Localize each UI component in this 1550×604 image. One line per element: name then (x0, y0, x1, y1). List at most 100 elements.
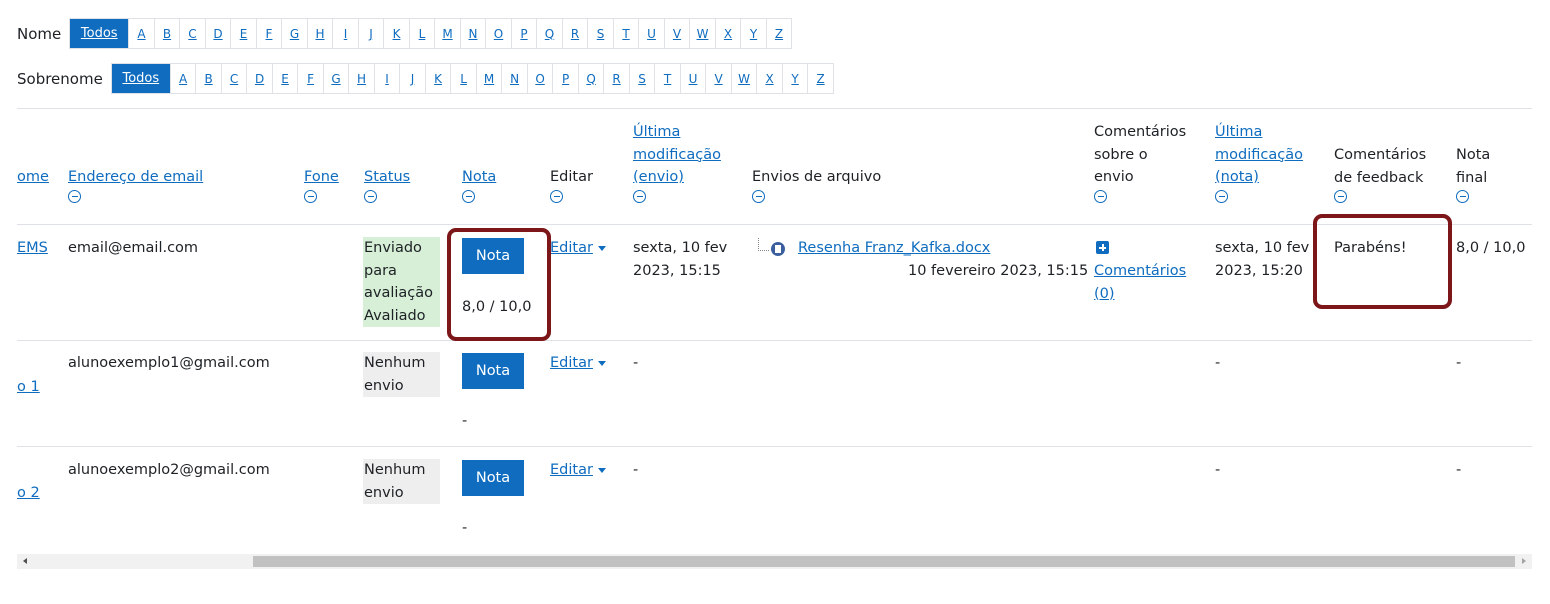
scrollbar-thumb[interactable] (253, 556, 1515, 567)
submitted-file-link[interactable]: Resenha Franz_Kafka.docx (798, 237, 990, 260)
last-name-letter-u[interactable]: U (679, 64, 706, 93)
last-name-letter-t[interactable]: T (654, 64, 680, 93)
col-header-phone-link[interactable]: Fone (304, 169, 339, 185)
first-name-letter-m[interactable]: M (434, 19, 460, 48)
student-name-link[interactable]: EMS (17, 237, 48, 260)
first-name-letter-c[interactable]: C (179, 19, 205, 48)
last-name-letter-v[interactable]: V (705, 64, 731, 93)
last-name-letter-h[interactable]: H (348, 64, 374, 93)
last-name-letter-j[interactable]: J (399, 64, 425, 93)
collapse-final-grade-icon[interactable] (1456, 190, 1469, 203)
last-name-letter-c[interactable]: C (220, 64, 247, 93)
last-name-letter-z[interactable]: Z (807, 64, 833, 93)
last-name-letter-e[interactable]: E (271, 64, 298, 93)
first-name-letter-l[interactable]: L (408, 19, 435, 48)
first-name-letter-p[interactable]: P (510, 19, 537, 48)
edit-menu[interactable]: Editar (550, 237, 606, 260)
first-name-letter-f[interactable]: F (255, 19, 282, 48)
first-name-letter-k[interactable]: K (383, 19, 409, 48)
caret-down-icon[interactable] (597, 360, 606, 366)
comments-link-line[interactable]: (0) (1094, 283, 1186, 306)
comments-link-line[interactable]: Comentários (1094, 260, 1186, 283)
caret-down-icon[interactable] (597, 467, 606, 473)
col-header-status-link[interactable]: Status (364, 169, 410, 185)
first-name-letter-d[interactable]: D (204, 19, 231, 48)
collapse-email-icon[interactable] (68, 189, 81, 203)
collapse-last-mod-grade-icon[interactable] (1215, 189, 1228, 203)
last-name-letter-y[interactable]: Y (781, 64, 808, 93)
last-name-letter-p[interactable]: P (552, 64, 578, 93)
caret-down-icon[interactable] (597, 245, 606, 251)
col-header-last-mod-submission-line1[interactable]: Última (633, 121, 721, 144)
first-name-letter-v[interactable]: V (663, 19, 690, 48)
last-name-letter-n[interactable]: N (501, 64, 527, 93)
first-name-letter-g[interactable]: G (281, 19, 307, 48)
first-name-letter-b[interactable]: B (153, 19, 180, 48)
first-name-letter-a[interactable]: A (128, 19, 154, 48)
first-name-letter-e[interactable]: E (230, 19, 256, 48)
col-header-last-mod-grade-line1[interactable]: Última (1215, 121, 1303, 144)
col-header-last-mod-submission-line3[interactable]: (envio) (633, 166, 721, 189)
col-header-name[interactable]: ome (17, 166, 49, 189)
first-name-letter-r[interactable]: R (561, 19, 588, 48)
first-name-letter-o[interactable]: O (485, 19, 511, 48)
last-name-letter-m[interactable]: M (475, 64, 502, 93)
last-name-letter-s[interactable]: S (628, 64, 655, 93)
first-name-letter-z[interactable]: Z (765, 19, 792, 48)
collapse-status-icon[interactable] (364, 189, 377, 203)
edit-menu[interactable]: Editar (550, 352, 606, 375)
col-header-last-mod-submission-line2[interactable]: modificação (633, 144, 721, 167)
edit-menu-label[interactable]: Editar (550, 462, 593, 478)
collapse-submission-comments-icon[interactable] (1094, 189, 1107, 203)
first-name-letter-x[interactable]: X (714, 19, 741, 48)
last-name-letter-o[interactable]: O (526, 64, 553, 93)
first-name-all-button[interactable]: Todos (70, 19, 129, 48)
last-name-letter-q[interactable]: Q (577, 64, 604, 93)
first-name-letter-h[interactable]: H (306, 19, 333, 48)
collapse-file-submissions-icon[interactable] (752, 189, 765, 203)
edit-menu-label[interactable]: Editar (550, 355, 593, 371)
collapse-grade-icon[interactable] (462, 189, 475, 203)
col-header-email-link[interactable]: Endereço de email (68, 169, 203, 185)
first-name-letter-i[interactable]: I (332, 19, 358, 48)
last-name-letter-g[interactable]: G (322, 64, 349, 93)
last-name-letter-d[interactable]: D (246, 64, 272, 93)
edit-menu[interactable]: Editar (550, 459, 606, 482)
first-name-letter-y[interactable]: Y (740, 19, 766, 48)
last-name-letter-k[interactable]: K (424, 64, 451, 93)
last-name-letter-i[interactable]: I (373, 64, 400, 93)
collapse-feedback-icon[interactable] (1334, 190, 1347, 203)
grade-button[interactable]: Nota (462, 460, 524, 496)
first-name-letter-t[interactable]: T (612, 19, 639, 48)
last-name-letter-b[interactable]: B (195, 64, 221, 93)
scroll-left-arrow-icon[interactable] (23, 558, 27, 564)
collapse-edit-icon[interactable] (550, 189, 563, 203)
horizontal-scrollbar[interactable] (17, 554, 1532, 569)
student-name-link[interactable]: o 2 (17, 482, 40, 505)
last-name-letter-a[interactable]: A (169, 64, 196, 93)
last-name-letter-r[interactable]: R (603, 64, 629, 93)
collapse-last-mod-submission-icon[interactable] (633, 189, 646, 203)
first-name-letter-j[interactable]: J (357, 19, 384, 48)
student-name-link[interactable]: o 1 (17, 376, 40, 399)
first-name-letter-q[interactable]: Q (536, 19, 562, 48)
col-header-name-link[interactable]: ome (17, 169, 49, 185)
grade-button[interactable]: Nota (462, 353, 524, 389)
col-header-last-mod-grade-line2[interactable]: modificação (1215, 144, 1303, 167)
last-name-all-button[interactable]: Todos (111, 64, 170, 93)
col-header-last-mod-grade-line3[interactable]: (nota) (1215, 166, 1303, 189)
last-name-letter-f[interactable]: F (297, 64, 323, 93)
edit-menu-label[interactable]: Editar (550, 240, 593, 256)
first-name-letter-s[interactable]: S (587, 19, 613, 48)
first-name-letter-w[interactable]: W (689, 19, 715, 48)
collapse-phone-icon[interactable] (304, 189, 317, 203)
last-name-letter-w[interactable]: W (730, 64, 757, 93)
scroll-right-arrow-icon[interactable] (1522, 558, 1526, 564)
expand-comments-icon[interactable] (1096, 241, 1109, 254)
col-header-grade-link[interactable]: Nota (462, 169, 496, 185)
first-name-letter-n[interactable]: N (459, 19, 486, 48)
first-name-letter-u[interactable]: U (638, 19, 664, 48)
submission-comments-link[interactable]: Comentários (0) (1094, 260, 1186, 305)
last-name-letter-x[interactable]: X (756, 64, 782, 93)
last-name-letter-l[interactable]: L (450, 64, 476, 93)
